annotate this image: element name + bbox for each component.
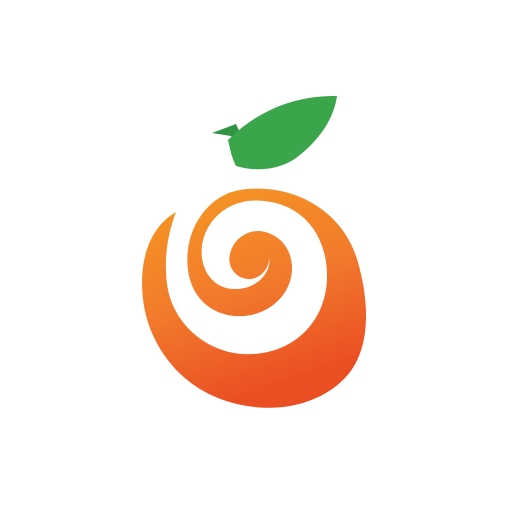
orange-swirl-icon: [142, 188, 367, 408]
app-icon-canvas: [0, 0, 512, 512]
orange-logo-icon: [142, 95, 367, 408]
leaf-icon: [228, 95, 337, 170]
